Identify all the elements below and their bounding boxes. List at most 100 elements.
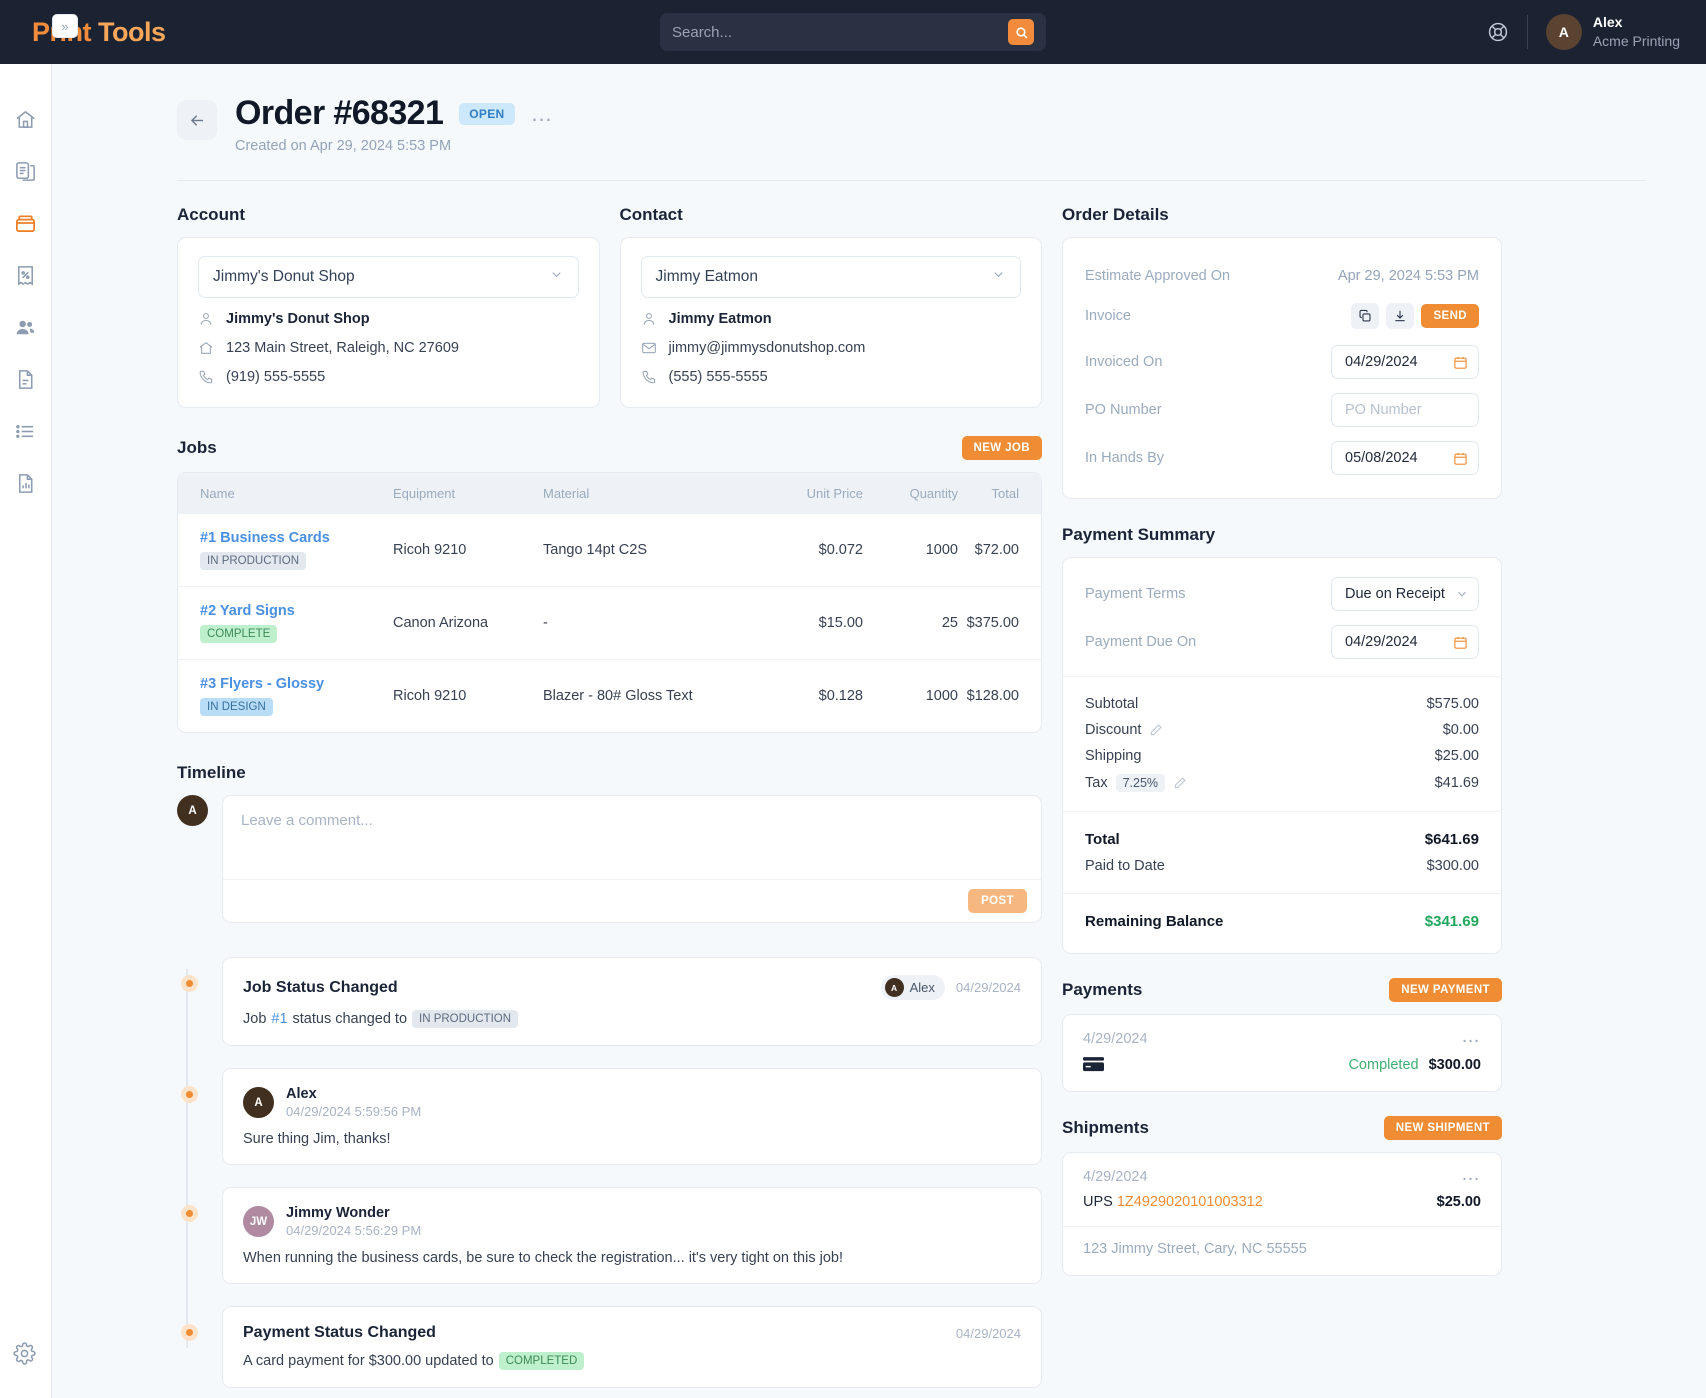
list-item: A Alex 04/29/2024 5:59:56 PM Sure thing … bbox=[222, 1068, 1042, 1165]
timeline-status-chip: IN PRODUCTION bbox=[412, 1010, 518, 1028]
job-unit-price: $0.072 bbox=[763, 514, 863, 587]
payment-status: Completed bbox=[1348, 1057, 1418, 1073]
payment-item[interactable]: 4/29/2024 … Completed $300.00 bbox=[1062, 1014, 1502, 1092]
comment-timestamp: 04/29/2024 5:59:56 PM bbox=[286, 1104, 421, 1119]
copy-icon[interactable] bbox=[1351, 303, 1379, 329]
sidebar-item-lists[interactable] bbox=[13, 418, 39, 444]
shipping-value: $25.00 bbox=[1435, 748, 1479, 764]
back-button[interactable] bbox=[177, 100, 217, 140]
lifebuoy-icon[interactable] bbox=[1487, 21, 1509, 43]
po-number-input[interactable]: PO Number bbox=[1331, 393, 1479, 427]
envelope-icon bbox=[641, 340, 658, 356]
timeline-actor-name: Alex bbox=[910, 980, 935, 995]
job-equipment: Ricoh 9210 bbox=[393, 660, 543, 733]
new-payment-button[interactable]: NEW PAYMENT bbox=[1389, 978, 1502, 1002]
estimate-approved-value: Apr 29, 2024 5:53 PM bbox=[1338, 268, 1479, 284]
timeline-job-link[interactable]: #1 bbox=[271, 1011, 287, 1027]
sidebar-item-documents[interactable] bbox=[13, 366, 39, 392]
payment-due-value: 04/29/2024 bbox=[1345, 634, 1418, 650]
payment-terms-value: Due on Receipt bbox=[1345, 586, 1445, 602]
post-comment-button[interactable]: POST bbox=[968, 889, 1027, 913]
discount-row: Discount $0.00 bbox=[1063, 717, 1501, 743]
shipment-item[interactable]: 4/29/2024 … UPS 1Z4929020101003312 $25.0… bbox=[1062, 1152, 1502, 1276]
page-content: Order #68321 OPEN … Created on Apr 29, 2… bbox=[52, 64, 1706, 1398]
comment-input[interactable] bbox=[223, 796, 1041, 874]
shipment-tracking-link[interactable]: 1Z4929020101003312 bbox=[1117, 1194, 1263, 1210]
settings-gear-icon[interactable] bbox=[13, 1342, 36, 1370]
job-link[interactable]: #2 Yard Signs bbox=[200, 603, 393, 619]
col-name: Name bbox=[178, 473, 393, 514]
sidebar-item-contacts[interactable] bbox=[13, 314, 39, 340]
new-shipment-button[interactable]: NEW SHIPMENT bbox=[1384, 1116, 1502, 1140]
total-value: $641.69 bbox=[1425, 831, 1479, 848]
estimate-approved-row: Estimate Approved On Apr 29, 2024 5:53 P… bbox=[1063, 256, 1501, 296]
sidebar-item-invoices[interactable] bbox=[13, 262, 39, 288]
timeline-body-pre: A card payment for $300.00 updated to bbox=[243, 1353, 494, 1369]
phone-icon bbox=[198, 369, 215, 385]
shipping-label: Shipping bbox=[1085, 748, 1141, 764]
comment-author: Jimmy Wonder bbox=[286, 1205, 421, 1221]
avatar: JW bbox=[243, 1206, 274, 1237]
contact-phone-row: (555) 555-5555 bbox=[641, 369, 1022, 385]
job-link[interactable]: #3 Flyers - Glossy bbox=[200, 676, 393, 692]
contact-heading: Contact bbox=[620, 205, 1043, 225]
timeline-dot bbox=[181, 975, 198, 992]
col-total: Total bbox=[958, 473, 1041, 514]
shipment-actions-menu[interactable]: … bbox=[1461, 1169, 1481, 1180]
search-button[interactable] bbox=[1008, 19, 1034, 45]
timeline-heading: Timeline bbox=[177, 763, 1042, 783]
created-timestamp: Created on Apr 29, 2024 5:53 PM bbox=[235, 138, 554, 154]
avatar: A bbox=[885, 978, 904, 997]
job-link[interactable]: #1 Business Cards bbox=[200, 530, 393, 546]
account-select[interactable]: Jimmy's Donut Shop bbox=[198, 256, 579, 298]
list-item: Payment Status Changed 04/29/2024 A card… bbox=[222, 1306, 1042, 1388]
col-unit-price: Unit Price bbox=[763, 473, 863, 514]
search-bar[interactable] bbox=[660, 13, 1046, 51]
po-number-placeholder: PO Number bbox=[1345, 402, 1422, 418]
job-material: - bbox=[543, 587, 763, 660]
shipping-row: Shipping $25.00 bbox=[1063, 743, 1501, 769]
search-input[interactable] bbox=[672, 24, 1008, 41]
sidebar-item-estimates[interactable] bbox=[13, 158, 39, 184]
sidebar-item-home[interactable] bbox=[13, 106, 39, 132]
order-actions-menu[interactable]: … bbox=[531, 107, 554, 120]
in-hands-date-input[interactable]: 05/08/2024 bbox=[1331, 441, 1479, 475]
contact-select[interactable]: Jimmy Eatmon bbox=[641, 256, 1022, 298]
contact-email[interactable]: jimmy@jimmysdonutshop.com bbox=[669, 340, 866, 356]
jobs-table-card: Name Equipment Material Unit Price Quant… bbox=[177, 472, 1042, 733]
jobs-section: Jobs NEW JOB Name Equipment Material Uni… bbox=[177, 436, 1042, 733]
job-name-cell: #3 Flyers - Glossy IN DESIGN bbox=[178, 660, 393, 733]
table-row[interactable]: #3 Flyers - Glossy IN DESIGN Ricoh 9210 … bbox=[178, 660, 1041, 733]
edit-pencil-icon[interactable] bbox=[1173, 776, 1187, 790]
comment-composer: A POST bbox=[177, 795, 1042, 923]
table-row[interactable]: #2 Yard Signs COMPLETE Canon Arizona - $… bbox=[178, 587, 1041, 660]
subtotal-label: Subtotal bbox=[1085, 696, 1138, 712]
sidebar-item-reports[interactable] bbox=[13, 470, 39, 496]
job-name-cell: #2 Yard Signs COMPLETE bbox=[178, 587, 393, 660]
payment-terms-select[interactable]: Due on Receipt bbox=[1331, 577, 1479, 611]
download-icon[interactable] bbox=[1386, 303, 1414, 329]
invoiced-on-date-input[interactable]: 04/29/2024 bbox=[1331, 345, 1479, 379]
contact-card: Jimmy Eatmon Jimmy Eatmon jimmy@jimmysdo… bbox=[620, 237, 1043, 408]
timeline-status-chip: COMPLETED bbox=[499, 1352, 585, 1370]
contact-select-value: Jimmy Eatmon bbox=[656, 268, 759, 286]
user-menu[interactable]: A Alex Acme Printing bbox=[1546, 13, 1680, 51]
shipments-heading: Shipments bbox=[1062, 1118, 1149, 1138]
timeline-actor: A Alex bbox=[881, 975, 945, 1000]
payment-due-date-input[interactable]: 04/29/2024 bbox=[1331, 625, 1479, 659]
sidebar bbox=[0, 64, 52, 1398]
new-job-button[interactable]: NEW JOB bbox=[962, 436, 1042, 460]
send-invoice-button[interactable]: SEND bbox=[1421, 304, 1479, 328]
left-column: Account Jimmy's Donut Shop Jimmy's Donut… bbox=[177, 205, 1042, 1398]
tax-value: $41.69 bbox=[1435, 775, 1479, 791]
table-row[interactable]: #1 Business Cards IN PRODUCTION Ricoh 92… bbox=[178, 514, 1041, 587]
sidebar-item-orders[interactable] bbox=[13, 210, 39, 236]
shipment-amount: $25.00 bbox=[1437, 1194, 1481, 1210]
edit-pencil-icon[interactable] bbox=[1149, 723, 1163, 737]
payment-actions-menu[interactable]: … bbox=[1461, 1031, 1481, 1042]
job-quantity: 1000 bbox=[863, 514, 958, 587]
shipment-carrier: UPS bbox=[1083, 1194, 1113, 1210]
sidebar-collapse-toggle[interactable]: » bbox=[52, 14, 78, 38]
po-number-row: PO Number PO Number bbox=[1063, 390, 1501, 430]
timeline-section: Timeline A POST bbox=[177, 763, 1042, 1388]
